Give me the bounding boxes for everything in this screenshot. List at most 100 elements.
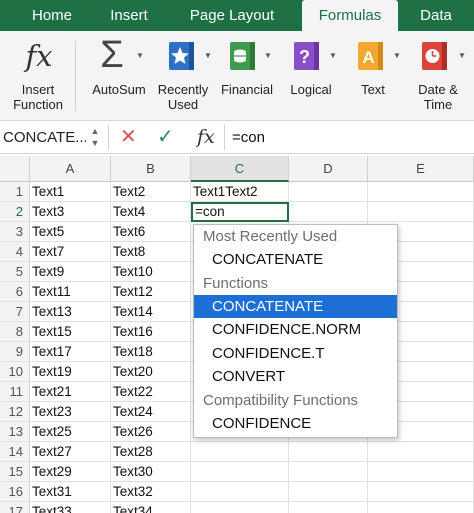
autocomplete-item[interactable]: CONCATENATE: [194, 248, 397, 272]
select-all-corner[interactable]: [0, 156, 30, 182]
tab-insert[interactable]: Insert: [94, 0, 164, 31]
tab-page-layout[interactable]: Page Layout: [170, 0, 294, 31]
cancel-icon[interactable]: ✕: [120, 124, 137, 151]
cell-d15[interactable]: [289, 462, 368, 482]
cell-a7[interactable]: Text13: [30, 302, 111, 322]
enter-check-icon[interactable]: ✓: [157, 124, 174, 151]
cell-c15[interactable]: [191, 462, 289, 482]
cell-b8[interactable]: Text16: [111, 322, 191, 342]
column-header-b[interactable]: B: [111, 156, 191, 182]
cell-d2[interactable]: [289, 202, 368, 222]
row-header[interactable]: 7: [0, 302, 30, 322]
cell-b11[interactable]: Text22: [111, 382, 191, 402]
cell-e1[interactable]: [368, 182, 474, 202]
row-header[interactable]: 11: [0, 382, 30, 402]
row-header[interactable]: 1: [0, 182, 30, 202]
autosum-button[interactable]: Σ ▼ AutoSum: [88, 31, 150, 121]
row-header[interactable]: 15: [0, 462, 30, 482]
cell-b7[interactable]: Text14: [111, 302, 191, 322]
cell-a9[interactable]: Text17: [30, 342, 111, 362]
cell-a14[interactable]: Text27: [30, 442, 111, 462]
cell-a16[interactable]: Text31: [30, 482, 111, 502]
cell-a11[interactable]: Text21: [30, 382, 111, 402]
name-box[interactable]: CONCATE...: [0, 121, 86, 154]
row-header[interactable]: 5: [0, 262, 30, 282]
cell-b4[interactable]: Text8: [111, 242, 191, 262]
cell-b9[interactable]: Text18: [111, 342, 191, 362]
insert-function-button[interactable]: fx Insert Function: [6, 31, 70, 121]
cell-c1[interactable]: Text1Text2: [191, 182, 289, 202]
tab-home[interactable]: Home: [15, 0, 89, 31]
cell-b5[interactable]: Text10: [111, 262, 191, 282]
column-header-e[interactable]: E: [368, 156, 474, 182]
active-cell-c2[interactable]: =con: [191, 202, 289, 222]
column-header-c[interactable]: C: [191, 156, 289, 182]
cell-b1[interactable]: Text2: [111, 182, 191, 202]
row-header[interactable]: 8: [0, 322, 30, 342]
cell-b14[interactable]: Text28: [111, 442, 191, 462]
text-button[interactable]: A ▼ Text: [344, 31, 402, 121]
cell-a2[interactable]: Text3: [30, 202, 111, 222]
cell-a10[interactable]: Text19: [30, 362, 111, 382]
date-time-button[interactable]: ▼ Date & Time: [406, 31, 470, 121]
financial-button[interactable]: ▼ Financial: [216, 31, 278, 121]
cell-d17[interactable]: [289, 502, 368, 513]
name-box-spinner[interactable]: ▲ ▼: [88, 125, 102, 151]
row-header[interactable]: 17: [0, 502, 30, 513]
cell-a5[interactable]: Text9: [30, 262, 111, 282]
autocomplete-item[interactable]: CONVERT: [194, 365, 397, 389]
cell-e17[interactable]: [368, 502, 474, 513]
autocomplete-item[interactable]: CONFIDENCE.NORM: [194, 318, 397, 342]
cell-e2[interactable]: [368, 202, 474, 222]
cell-b15[interactable]: Text30: [111, 462, 191, 482]
cell-a13[interactable]: Text25: [30, 422, 111, 442]
cell-d1[interactable]: [289, 182, 368, 202]
row-header[interactable]: 2: [0, 202, 30, 222]
cell-b3[interactable]: Text6: [111, 222, 191, 242]
tab-data[interactable]: Data: [406, 0, 466, 31]
row-header[interactable]: 6: [0, 282, 30, 302]
cell-b10[interactable]: Text20: [111, 362, 191, 382]
autocomplete-item[interactable]: CONCATENATE: [194, 294, 397, 318]
row-header[interactable]: 14: [0, 442, 30, 462]
row-header[interactable]: 12: [0, 402, 30, 422]
cell-b12[interactable]: Text24: [111, 402, 191, 422]
function-autocomplete-dropdown[interactable]: Most Recently Used CONCATENATE Functions CO…: [193, 224, 398, 438]
cell-b16[interactable]: Text32: [111, 482, 191, 502]
cell-c14[interactable]: [191, 442, 289, 462]
row-header[interactable]: 10: [0, 362, 30, 382]
tab-formulas[interactable]: Formulas: [302, 0, 398, 31]
cell-d16[interactable]: [289, 482, 368, 502]
row-header[interactable]: 9: [0, 342, 30, 362]
cell-a17[interactable]: Text33: [30, 502, 111, 513]
cell-a12[interactable]: Text23: [30, 402, 111, 422]
row-header[interactable]: 16: [0, 482, 30, 502]
autocomplete-item[interactable]: CONFIDENCE.T: [194, 342, 397, 366]
formula-input[interactable]: =con: [232, 121, 265, 154]
cell-b17[interactable]: Text34: [111, 502, 191, 513]
cell-a15[interactable]: Text29: [30, 462, 111, 482]
column-header-a[interactable]: A: [30, 156, 111, 182]
column-header-d[interactable]: D: [289, 156, 368, 182]
cell-e16[interactable]: [368, 482, 474, 502]
cell-a1[interactable]: Text1: [30, 182, 111, 202]
cell-e14[interactable]: [368, 442, 474, 462]
cell-b13[interactable]: Text26: [111, 422, 191, 442]
cell-d14[interactable]: [289, 442, 368, 462]
recently-used-button[interactable]: ▼ Recently Used: [152, 31, 214, 121]
insert-function-fx-icon[interactable]: fx: [197, 125, 215, 150]
cell-e15[interactable]: [368, 462, 474, 482]
row-header[interactable]: 3: [0, 222, 30, 242]
cell-b2[interactable]: Text4: [111, 202, 191, 222]
autocomplete-item[interactable]: CONFIDENCE: [194, 412, 397, 436]
row-header[interactable]: 4: [0, 242, 30, 262]
cell-a6[interactable]: Text11: [30, 282, 111, 302]
cell-c16[interactable]: [191, 482, 289, 502]
cell-a3[interactable]: Text5: [30, 222, 111, 242]
cell-c17[interactable]: [191, 502, 289, 513]
cell-b6[interactable]: Text12: [111, 282, 191, 302]
row-header[interactable]: 13: [0, 422, 30, 442]
cell-a4[interactable]: Text7: [30, 242, 111, 262]
logical-button[interactable]: ? ▼ Logical: [282, 31, 340, 121]
cell-a8[interactable]: Text15: [30, 322, 111, 342]
